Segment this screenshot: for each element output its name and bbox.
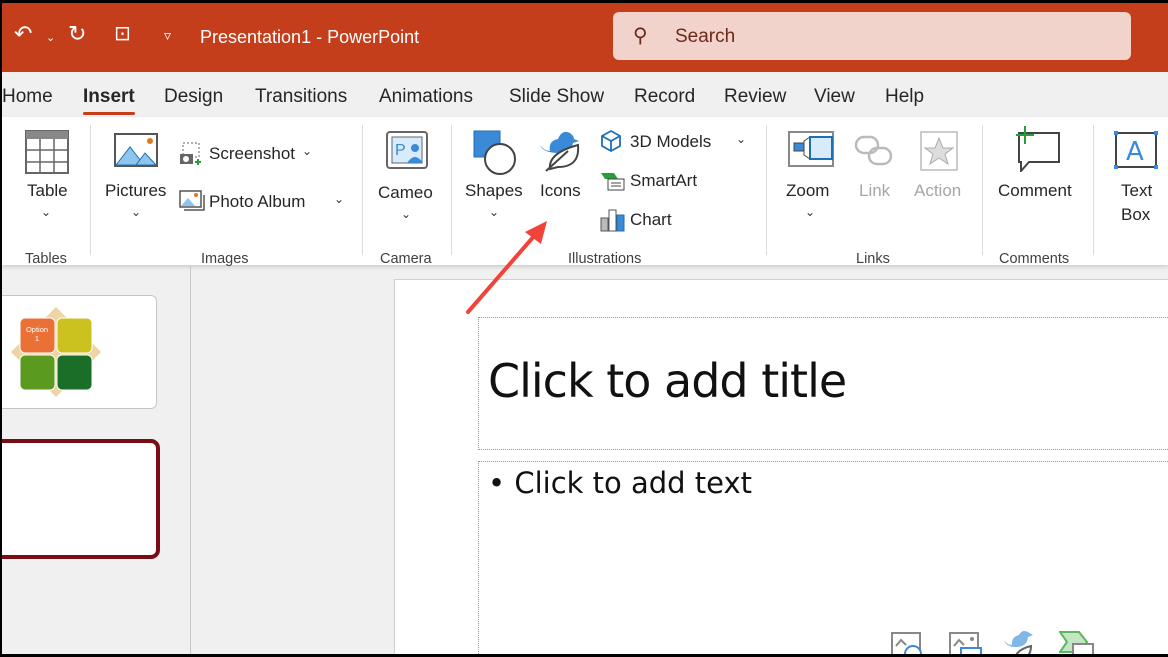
link-icon — [854, 135, 893, 166]
pane-divider[interactable] — [190, 265, 191, 654]
group-label-images: Images — [201, 251, 249, 267]
tab-insert[interactable]: Insert — [83, 86, 135, 115]
insert-stock-images-icon[interactable] — [949, 632, 983, 654]
chevron-down-icon: ⌄ — [401, 207, 412, 221]
photo-album-icon — [179, 190, 205, 211]
group-label-comments: Comments — [999, 251, 1070, 267]
3d-models-icon — [601, 130, 621, 152]
table-icon[interactable] — [25, 130, 69, 174]
tab-slide-show[interactable]: Slide Show — [509, 86, 604, 108]
action-button: Action — [914, 181, 962, 200]
search-icon: ⚲ — [633, 25, 648, 47]
powerpoint-window: ↶ ⌄ ↻ ⊡ ▿ Presentation1 - PowerPoint ⚲ S… — [2, 3, 1168, 654]
undo-icon[interactable]: ↶ — [14, 21, 32, 47]
window-title: Presentation1 - PowerPoint — [200, 27, 420, 47]
tab-animations[interactable]: Animations — [379, 86, 473, 108]
title-bar: ↶ ⌄ ↻ ⊡ ▿ Presentation1 - PowerPoint ⚲ S… — [2, 3, 1168, 72]
screenshot-button[interactable]: Screenshot — [209, 144, 295, 164]
comment-icon[interactable] — [1013, 126, 1061, 172]
zoom-icon[interactable] — [788, 131, 834, 167]
present-icon[interactable]: ⊡ — [114, 21, 131, 46]
tab-help[interactable]: Help — [885, 86, 924, 108]
pictures-button[interactable]: Pictures — [105, 181, 166, 201]
link-button: Link — [859, 181, 891, 200]
screenshot-icon — [180, 142, 201, 165]
group-label-illustrations: Illustrations — [568, 251, 642, 267]
search-placeholder: Search — [675, 26, 736, 47]
title-placeholder[interactable]: Click to add title — [478, 317, 1168, 450]
shapes-button[interactable]: Shapes — [465, 181, 523, 201]
group-label-camera: Camera — [380, 251, 432, 267]
icons-button[interactable]: Icons — [540, 181, 581, 201]
tab-review[interactable]: Review — [724, 86, 786, 108]
insert-smartart-icon[interactable] — [1059, 630, 1095, 654]
customize-toolbar-icon[interactable]: ▿ — [164, 27, 171, 44]
smartart-button[interactable]: SmartArt — [630, 171, 697, 191]
slide-thumbnail-1[interactable]: Option 1 — [2, 295, 157, 409]
divider — [362, 125, 363, 255]
content-placeholder-text: Click to add text — [514, 466, 753, 500]
cameo-icon[interactable]: P — [386, 131, 428, 171]
tab-transitions[interactable]: Transitions — [255, 86, 347, 108]
divider — [982, 125, 983, 255]
ribbon-tabs: Home Insert Design Transitions Animation… — [2, 72, 1168, 117]
tab-home[interactable]: Home — [2, 86, 53, 108]
group-label-links: Links — [856, 251, 890, 267]
smartart-icon — [601, 173, 625, 191]
smartart-matrix-thumbnail: Option 1 — [11, 307, 101, 397]
content-placeholder[interactable]: • Click to add text — [478, 461, 1168, 654]
text-box-icon[interactable]: A — [1113, 130, 1159, 170]
search-box[interactable]: ⚲ Search — [613, 12, 1131, 60]
tab-record[interactable]: Record — [634, 86, 695, 108]
chevron-down-icon: ⌄ — [302, 144, 313, 158]
chart-icon — [600, 209, 625, 232]
undo-dropdown-icon[interactable]: ⌄ — [46, 31, 55, 44]
chart-button[interactable]: Chart — [630, 210, 672, 230]
divider — [766, 125, 767, 255]
divider — [451, 125, 452, 255]
tab-design[interactable]: Design — [164, 86, 223, 108]
divider — [1093, 125, 1094, 255]
cameo-button[interactable]: Cameo — [378, 183, 433, 203]
text-box-button[interactable]: Text — [1121, 181, 1152, 201]
svg-text:A: A — [1126, 137, 1144, 167]
tab-view[interactable]: View — [814, 86, 855, 108]
chevron-down-icon: ⌄ — [489, 205, 500, 219]
redo-icon[interactable]: ↻ — [68, 21, 86, 47]
zoom-button[interactable]: Zoom — [786, 181, 829, 201]
action-icon — [920, 131, 958, 171]
divider — [90, 125, 91, 255]
comment-button[interactable]: Comment — [998, 181, 1072, 201]
text-box-button-line2[interactable]: Box — [1121, 205, 1150, 225]
photo-album-button[interactable]: Photo Album — [209, 192, 305, 212]
pictures-icon[interactable] — [114, 133, 158, 167]
chevron-down-icon: ⌄ — [736, 132, 747, 146]
table-button[interactable]: Table — [27, 181, 68, 201]
ribbon: Table ⌄ Tables Pictures ⌄ Screenshot ⌄ P… — [2, 117, 1168, 267]
chevron-down-icon: ⌄ — [131, 205, 142, 219]
chevron-down-icon: ⌄ — [334, 192, 345, 206]
icons-icon[interactable] — [538, 127, 582, 173]
3d-models-button[interactable]: 3D Models — [630, 132, 711, 152]
slide-canvas: Click to add title • Click to add text — [394, 279, 1168, 654]
chevron-down-icon: ⌄ — [41, 205, 52, 219]
shapes-icon[interactable] — [472, 129, 518, 175]
group-label-tables: Tables — [25, 251, 67, 267]
title-placeholder-text: Click to add title — [488, 354, 847, 408]
insert-icons-icon[interactable] — [1003, 630, 1037, 654]
slide-thumbnail-2-selected[interactable] — [2, 439, 160, 559]
svg-text:P: P — [395, 142, 406, 159]
insert-picture-icon[interactable] — [891, 632, 925, 654]
chevron-down-icon: ⌄ — [805, 205, 816, 219]
